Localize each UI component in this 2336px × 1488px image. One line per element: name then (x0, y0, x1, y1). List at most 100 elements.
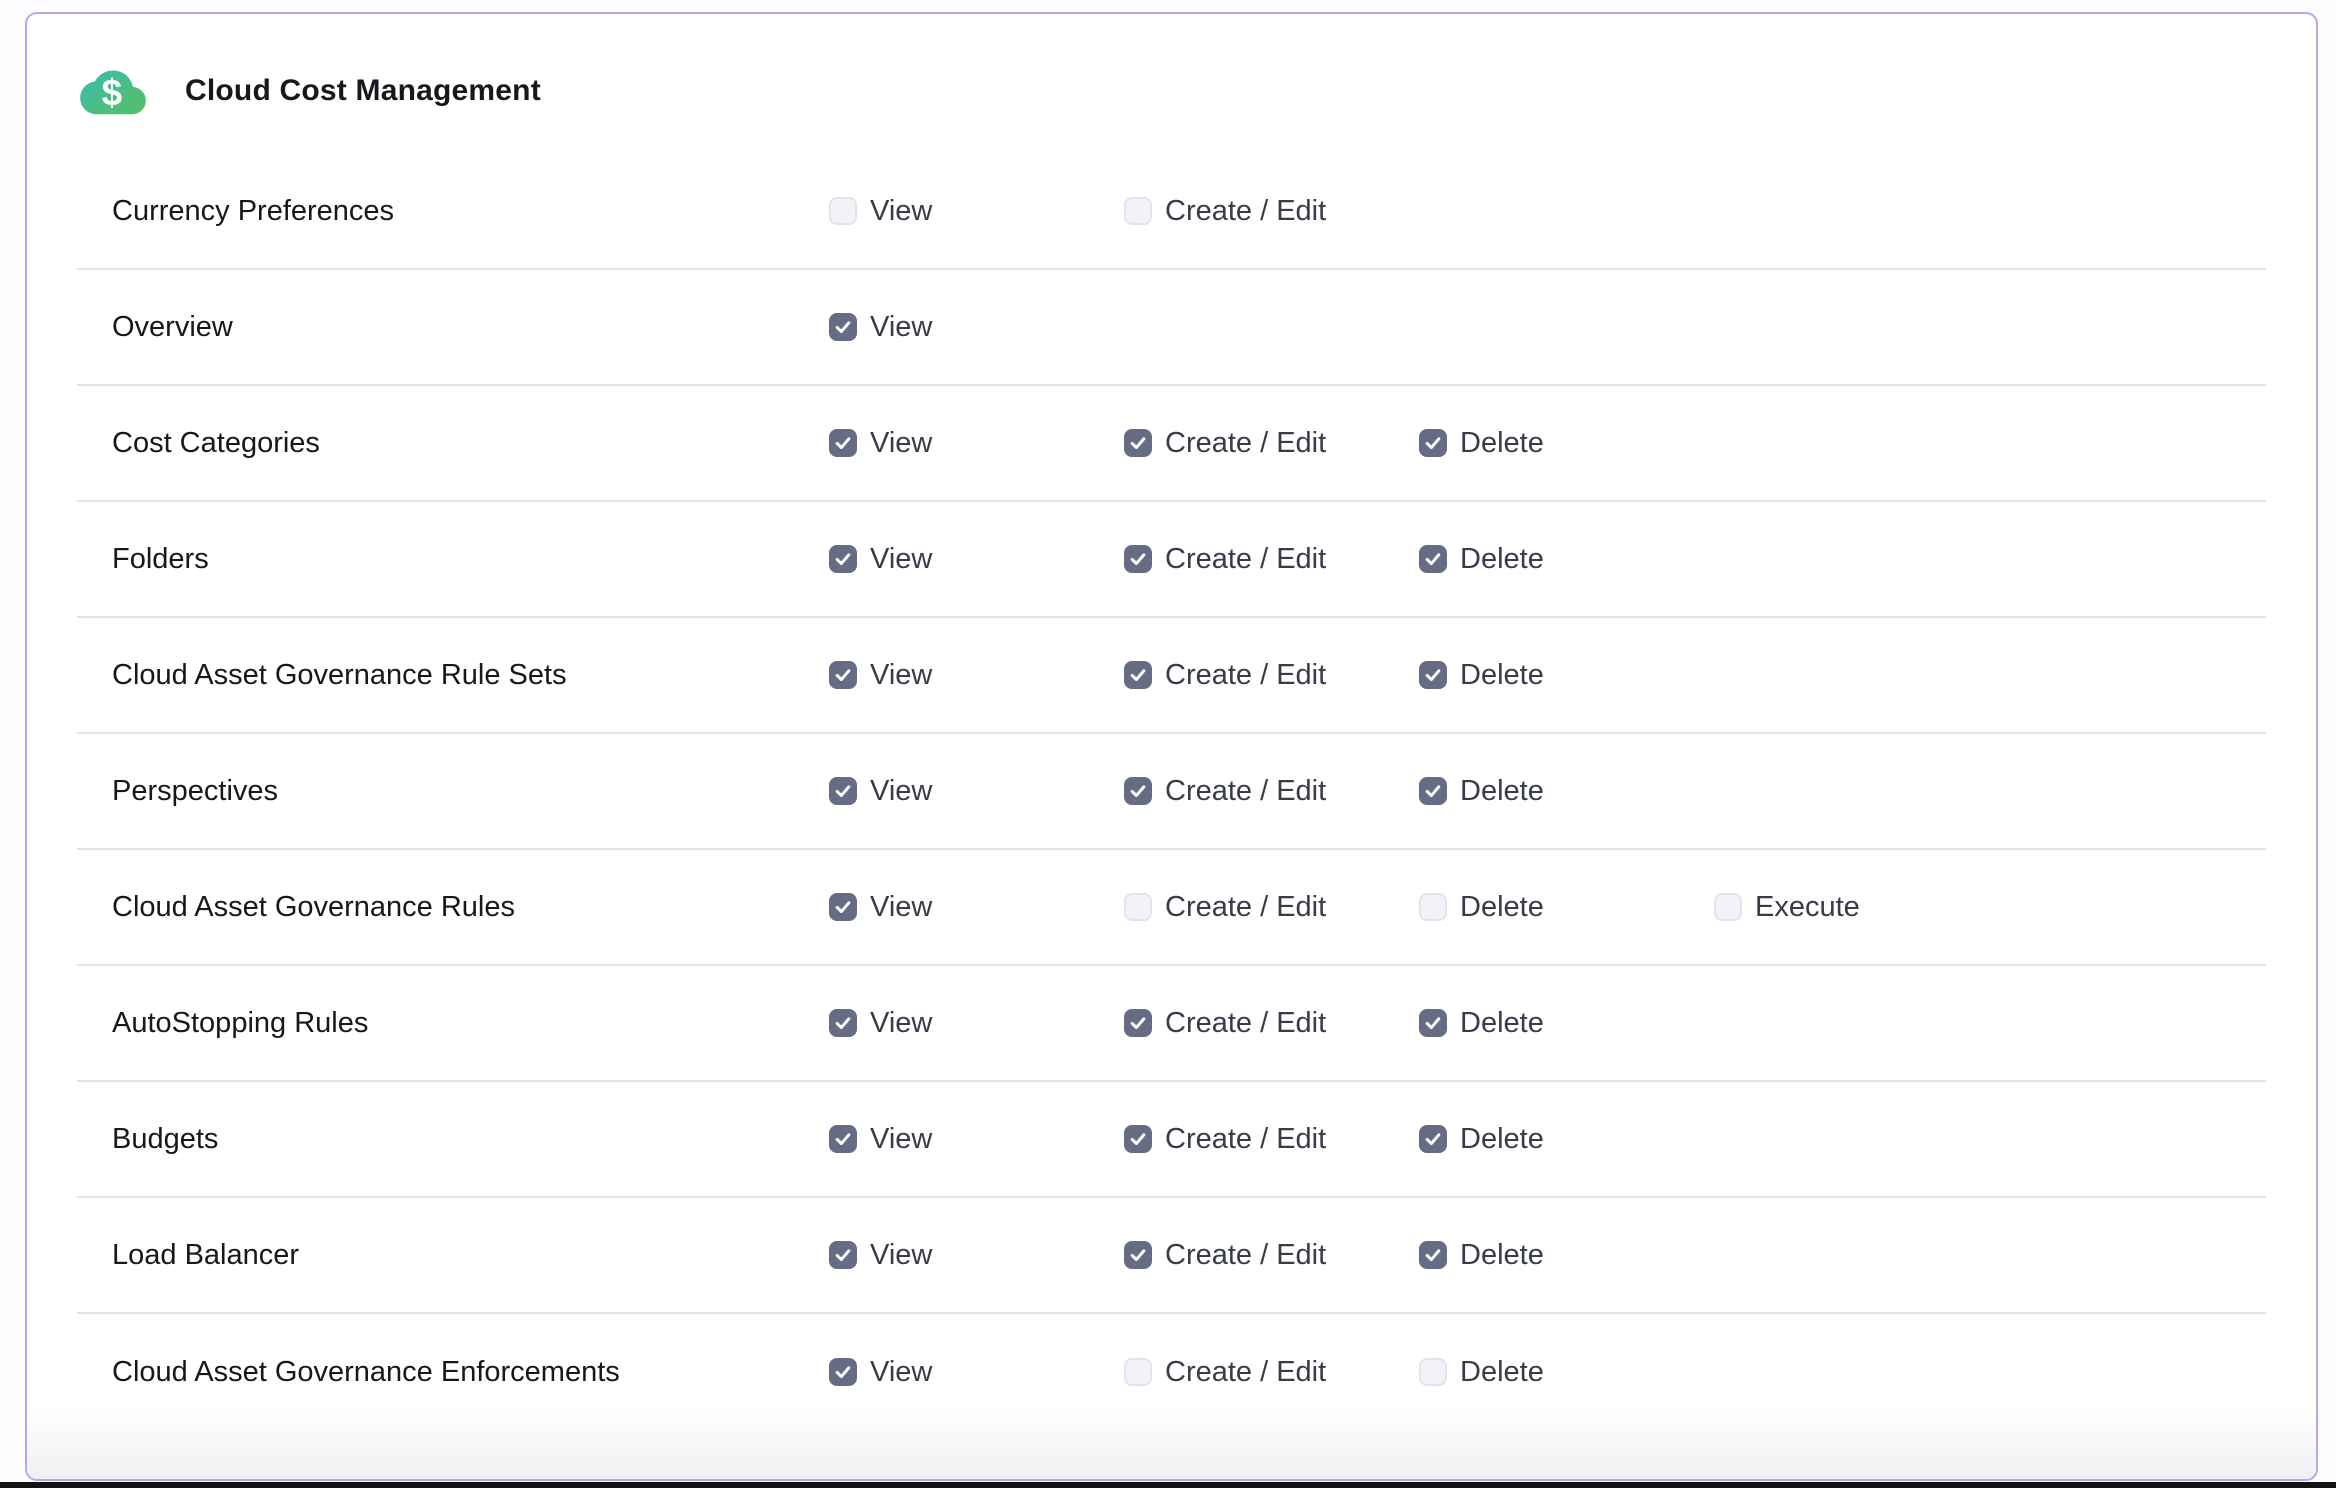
checkmark-icon (1423, 1129, 1443, 1149)
checkmark-icon (1423, 1013, 1443, 1033)
checkmark-icon (833, 781, 853, 801)
permission-slots: ViewCreate / Edit (829, 195, 1419, 228)
permission-execute: Execute (1714, 891, 2009, 924)
create-edit-checkbox[interactable] (1124, 777, 1152, 805)
checkmark-icon (1128, 1013, 1148, 1033)
permission-label: View (870, 427, 932, 460)
create-edit-checkbox[interactable] (1124, 661, 1152, 689)
create-edit-checkbox[interactable] (1124, 429, 1152, 457)
permission-create-edit: Create / Edit (1124, 1239, 1419, 1272)
permission-delete: Delete (1419, 1239, 1714, 1272)
resource-label: AutoStopping Rules (112, 1007, 829, 1040)
delete-checkbox[interactable] (1419, 661, 1447, 689)
permission-view: View (829, 543, 1124, 576)
view-checkbox[interactable] (829, 1241, 857, 1269)
view-checkbox[interactable] (829, 1358, 857, 1386)
permission-delete: Delete (1419, 891, 1714, 924)
view-checkbox[interactable] (829, 893, 857, 921)
create-edit-checkbox[interactable] (1124, 1241, 1152, 1269)
permission-slots: ViewCreate / Edit Delete Execute (829, 891, 2009, 924)
permission-slots: ViewCreate / EditDelete (829, 775, 1714, 808)
view-checkbox[interactable] (829, 197, 857, 225)
permission-slots: ViewCreate / EditDelete (829, 659, 1714, 692)
permission-view: View (829, 1007, 1124, 1040)
permission-label: View (870, 1356, 932, 1389)
permission-label: Delete (1460, 1007, 1544, 1040)
delete-checkbox[interactable] (1419, 1358, 1447, 1386)
permission-label: View (870, 543, 932, 576)
view-checkbox[interactable] (829, 1125, 857, 1153)
delete-checkbox[interactable] (1419, 1009, 1447, 1037)
permission-label: View (870, 659, 932, 692)
create-edit-checkbox[interactable] (1124, 1125, 1152, 1153)
checkmark-icon (833, 317, 853, 337)
permission-label: Delete (1460, 891, 1544, 924)
delete-checkbox[interactable] (1419, 1241, 1447, 1269)
permission-create-edit: Create / Edit (1124, 195, 1419, 228)
permission-label: Create / Edit (1165, 543, 1326, 576)
checkmark-icon (833, 1245, 853, 1265)
delete-checkbox[interactable] (1419, 545, 1447, 573)
checkmark-icon (833, 1362, 853, 1382)
view-checkbox[interactable] (829, 777, 857, 805)
permission-label: Create / Edit (1165, 775, 1326, 808)
view-checkbox[interactable] (829, 545, 857, 573)
resource-label: Cloud Asset Governance Rules (112, 891, 829, 924)
execute-checkbox[interactable] (1714, 893, 1742, 921)
permission-label: Execute (1755, 891, 1860, 924)
resource-label: Load Balancer (112, 1239, 829, 1272)
view-checkbox[interactable] (829, 1009, 857, 1037)
delete-checkbox[interactable] (1419, 777, 1447, 805)
permission-label: Create / Edit (1165, 659, 1326, 692)
create-edit-checkbox[interactable] (1124, 1009, 1152, 1037)
checkmark-icon (1128, 781, 1148, 801)
permission-view: View (829, 1356, 1124, 1389)
checkmark-icon (833, 549, 853, 569)
checkmark-icon (1423, 781, 1443, 801)
resource-label: Cost Categories (112, 427, 829, 460)
resource-label: Overview (112, 311, 829, 344)
permission-view: View (829, 891, 1124, 924)
permission-label: Delete (1460, 1356, 1544, 1389)
permission-delete: Delete (1419, 1007, 1714, 1040)
view-checkbox[interactable] (829, 313, 857, 341)
permission-row: Perspectives ViewCreate / EditDelete (77, 734, 2266, 850)
permissions-list: Currency Preferences ViewCreate / Edit O… (27, 154, 2316, 1430)
bottom-edge-bar (0, 1482, 2336, 1488)
permission-slots: ViewCreate / EditDelete (829, 1356, 1714, 1389)
permission-view: View (829, 659, 1124, 692)
delete-checkbox[interactable] (1419, 429, 1447, 457)
permission-label: View (870, 1123, 932, 1156)
delete-checkbox[interactable] (1419, 893, 1447, 921)
view-checkbox[interactable] (829, 429, 857, 457)
permission-create-edit: Create / Edit (1124, 891, 1419, 924)
delete-checkbox[interactable] (1419, 1125, 1447, 1153)
create-edit-checkbox[interactable] (1124, 197, 1152, 225)
checkmark-icon (1128, 433, 1148, 453)
permission-label: View (870, 1239, 932, 1272)
permission-delete: Delete (1419, 543, 1714, 576)
resource-label: Cloud Asset Governance Rule Sets (112, 659, 829, 692)
create-edit-checkbox[interactable] (1124, 545, 1152, 573)
view-checkbox[interactable] (829, 661, 857, 689)
create-edit-checkbox[interactable] (1124, 893, 1152, 921)
permission-view: View (829, 1123, 1124, 1156)
permission-create-edit: Create / Edit (1124, 1007, 1419, 1040)
resource-label: Folders (112, 543, 829, 576)
permission-label: Create / Edit (1165, 1239, 1326, 1272)
permission-row: Load Balancer View Create / Edit Delete (77, 1198, 2266, 1314)
permission-row: Cloud Asset Governance Rules ViewCreate … (77, 850, 2266, 966)
permission-create-edit: Create / Edit (1124, 543, 1419, 576)
checkmark-icon (1423, 549, 1443, 569)
permission-label: Delete (1460, 1123, 1544, 1156)
permission-label: Create / Edit (1165, 1007, 1326, 1040)
permission-label: Delete (1460, 543, 1544, 576)
permissions-card: $ Cloud Cost Management Currency Prefere… (25, 12, 2318, 1481)
permission-row: Cost Categories ViewCreate / EditDelete (77, 386, 2266, 502)
permission-slots: ViewCreate / EditDelete (829, 1123, 1714, 1156)
checkmark-icon (1423, 665, 1443, 685)
create-edit-checkbox[interactable] (1124, 1358, 1152, 1386)
permission-view: View (829, 195, 1124, 228)
permission-label: View (870, 775, 932, 808)
dollar-glyph: $ (102, 72, 123, 113)
